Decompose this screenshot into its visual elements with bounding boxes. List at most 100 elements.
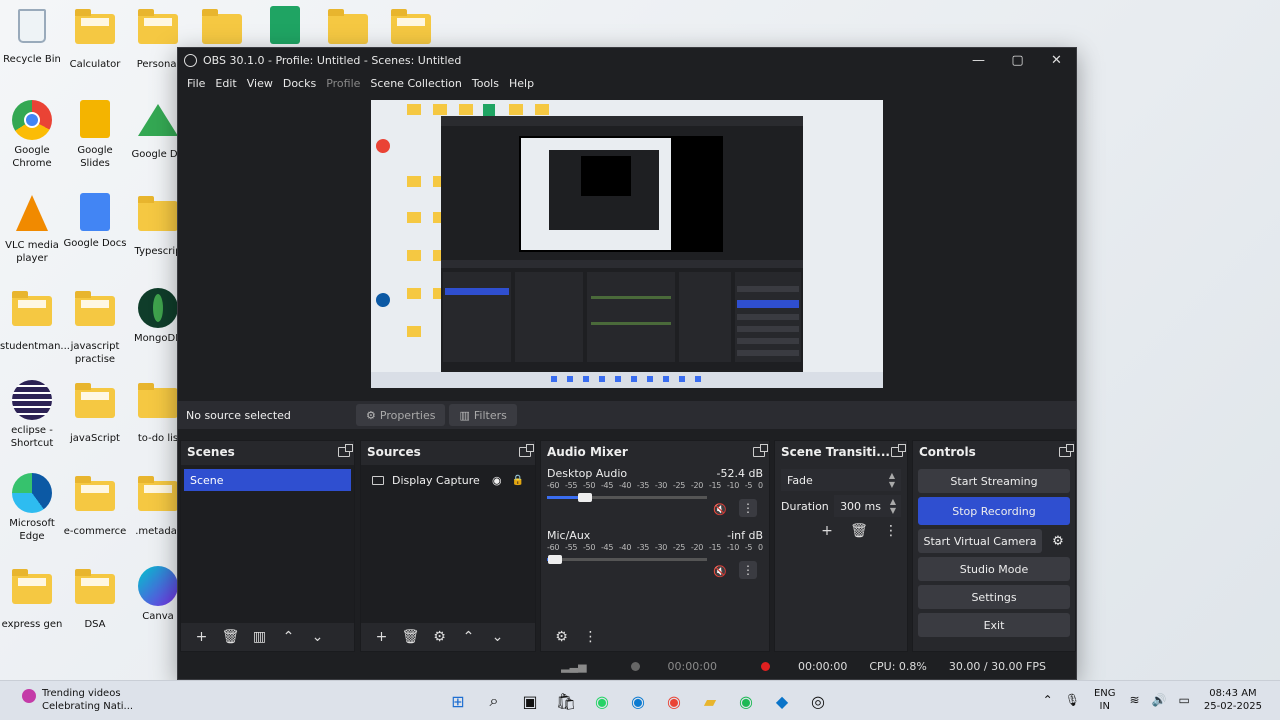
desktop-icon-eclipse[interactable]: eclipse - Shortcut [0, 380, 64, 450]
mixer-menu-button[interactable]: ⋮ [576, 629, 605, 645]
desktop-icon-label: .metadat [135, 526, 181, 537]
title-bar[interactable]: OBS 30.1.0 - Profile: Untitled - Scenes:… [178, 48, 1076, 72]
lock-icon[interactable]: 🔒 [512, 475, 524, 486]
scene-item[interactable]: Scene [184, 469, 351, 491]
gear-icon[interactable]: ⚙ [1046, 529, 1070, 553]
source-toolbar: No source selected ⚙ Properties ▥ Filter… [178, 401, 1076, 429]
microphone-icon[interactable]: 🎙 [1065, 693, 1080, 707]
scene-filters-button[interactable]: ▥ [245, 629, 274, 645]
menu-docks[interactable]: Docks [278, 77, 321, 90]
menu-file[interactable]: File [182, 77, 210, 90]
search-icon[interactable]: ⌕ [476, 687, 512, 715]
source-item[interactable]: Display Capture ◉ 🔒 [364, 469, 532, 491]
desktop-icon-vlc[interactable]: VLC media player [0, 193, 64, 265]
undock-icon[interactable] [338, 444, 353, 457]
desktop-icon-google-docs[interactable]: Google Docs [63, 193, 127, 250]
undock-icon[interactable] [519, 444, 534, 457]
google-sheets-icon [265, 6, 305, 46]
file-explorer-icon[interactable]: ▰ [692, 687, 728, 715]
desktop-icon-chrome[interactable]: Google Chrome [0, 100, 64, 170]
battery-icon[interactable]: ▭ [1179, 693, 1190, 707]
move-scene-down-button[interactable]: ⌄ [303, 629, 332, 645]
news-widget[interactable]: Trending videos Celebrating Nati... [22, 687, 133, 713]
language-indicator[interactable]: ENG IN [1094, 687, 1116, 713]
desktop-icon-google-slides[interactable]: Google Slides [63, 100, 127, 170]
volume-knob[interactable] [548, 555, 562, 564]
volume-slider[interactable] [547, 555, 707, 564]
desktop-icon-javascript[interactable]: javaScript [63, 380, 127, 445]
scenes-list: Scene [181, 465, 354, 623]
start-icon[interactable]: ⊞ [440, 687, 476, 715]
channel-menu-button[interactable]: ⋮ [739, 499, 757, 517]
folder-icon [75, 9, 115, 54]
studio-mode-button[interactable]: Studio Mode [918, 557, 1070, 581]
clock[interactable]: 08:43 AM 25-02-2025 [1204, 687, 1262, 713]
desktop-icon-sheets[interactable] [253, 6, 317, 50]
add-transition-button[interactable]: + [811, 523, 843, 539]
menu-tools[interactable]: Tools [467, 77, 504, 90]
spin-arrows-icon[interactable]: ▲ ▼ [890, 497, 896, 515]
desktop-icon-javascript-practise[interactable]: javascript practise [63, 288, 127, 366]
mute-icon[interactable]: 🔇 [713, 503, 727, 516]
menu-edit[interactable]: Edit [210, 77, 241, 90]
spotify-icon[interactable]: ◉ [728, 687, 764, 715]
desktop-icon-label: VLC media player [5, 240, 59, 264]
remove-scene-button[interactable]: 🗑 [216, 629, 245, 645]
desktop-icon-express-gen[interactable]: express gen [0, 566, 64, 631]
mute-icon[interactable]: 🔇 [713, 565, 727, 578]
maximize-button[interactable]: ▢ [998, 53, 1037, 68]
duration-spinbox[interactable]: 300 ms ▲ ▼ [834, 495, 901, 517]
filters-button[interactable]: ▥ Filters [449, 404, 517, 426]
transition-menu-button[interactable]: ⋮ [875, 523, 907, 539]
audio-mixer-title: Audio Mixer [547, 445, 628, 459]
settings-button[interactable]: Settings [918, 585, 1070, 609]
chrome-icon[interactable]: ◉ [656, 687, 692, 715]
move-scene-up-button[interactable]: ⌃ [274, 629, 303, 645]
edge-icon[interactable]: ◉ [620, 687, 656, 715]
add-source-button[interactable]: + [367, 629, 396, 645]
channel-menu-button[interactable]: ⋮ [739, 561, 757, 579]
undock-icon[interactable] [1059, 444, 1074, 457]
desktop-icon-dsa[interactable]: DSA [63, 566, 127, 631]
desktop-icon-edge[interactable]: Microsoft Edge [0, 473, 64, 543]
whatsapp-icon[interactable]: ◉ [584, 687, 620, 715]
eye-icon[interactable]: ◉ [492, 474, 502, 487]
menu-scene-collection[interactable]: Scene Collection [365, 77, 466, 90]
add-scene-button[interactable]: + [187, 629, 216, 645]
properties-button[interactable]: ⚙ Properties [356, 404, 446, 426]
stop-recording-button[interactable]: Stop Recording [918, 497, 1070, 525]
transition-select[interactable]: Fade ▲ ▼ [781, 469, 901, 491]
menu-profile[interactable]: Profile [321, 77, 365, 90]
store-icon[interactable]: 🛍 [548, 687, 584, 715]
task-view-icon[interactable]: ▣ [512, 687, 548, 715]
preview-canvas[interactable] [371, 100, 883, 388]
exit-button[interactable]: Exit [918, 613, 1070, 637]
start-virtual-camera-button[interactable]: Start Virtual Camera [918, 529, 1042, 553]
source-properties-button[interactable]: ⚙ [425, 629, 454, 645]
minimize-button[interactable]: — [959, 53, 998, 68]
remove-transition-button[interactable]: 🗑 [843, 523, 875, 539]
volume-slider[interactable] [547, 493, 707, 502]
undock-icon[interactable] [891, 444, 906, 457]
volume-icon[interactable]: 🔊 [1152, 693, 1167, 707]
start-streaming-button[interactable]: Start Streaming [918, 469, 1070, 493]
wifi-icon[interactable]: ≋ [1130, 693, 1140, 707]
controls-dock: Controls Start Streaming Stop Recording … [912, 440, 1076, 652]
move-source-up-button[interactable]: ⌃ [454, 629, 483, 645]
desktop-icon-e-commerce[interactable]: e-commerce [63, 473, 127, 538]
desktop-icon-studentman[interactable]: studentman... [0, 288, 70, 353]
desktop-icon-calculator[interactable]: Calculator [63, 6, 127, 71]
vscode-icon[interactable]: ◆ [764, 687, 800, 715]
undock-icon[interactable] [753, 444, 768, 457]
desktop-icon-recycle-bin[interactable]: Recycle Bin [0, 6, 64, 66]
chevron-up-icon[interactable]: ⌃ [1043, 693, 1053, 707]
close-button[interactable]: ✕ [1037, 53, 1076, 68]
volume-knob[interactable] [578, 493, 593, 502]
folder-icon [138, 196, 178, 241]
remove-source-button[interactable]: 🗑 [396, 629, 425, 645]
menu-view[interactable]: View [242, 77, 278, 90]
menu-help[interactable]: Help [504, 77, 539, 90]
advanced-audio-button[interactable]: ⚙ [547, 629, 576, 645]
move-source-down-button[interactable]: ⌄ [483, 629, 512, 645]
obs-icon[interactable]: ◎ [800, 687, 836, 715]
